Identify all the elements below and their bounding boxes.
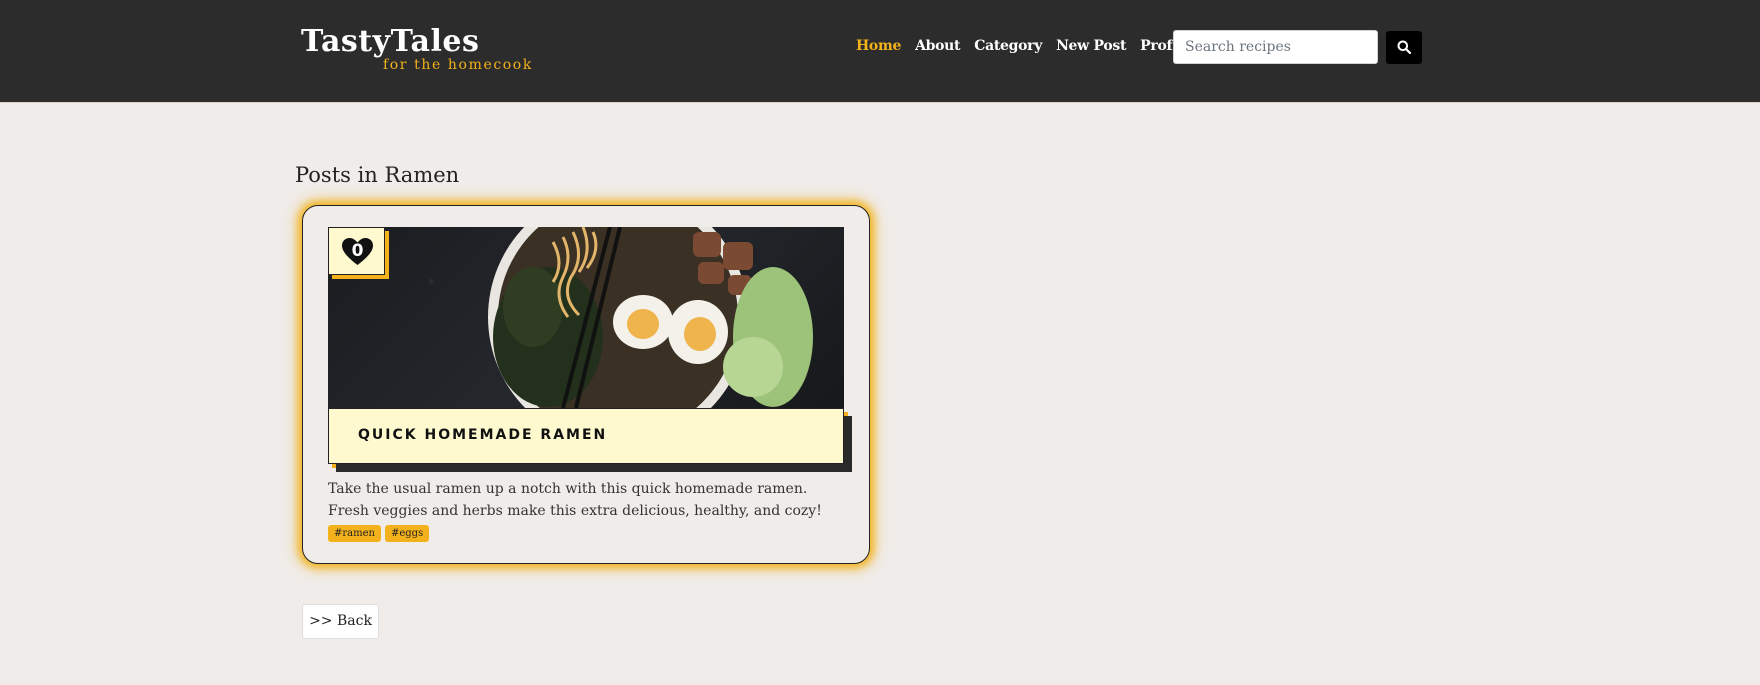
nav-item-category[interactable]: Category: [974, 38, 1042, 54]
nav-item-about[interactable]: About: [915, 38, 960, 54]
like-count: 0: [351, 241, 364, 261]
post-image[interactable]: [328, 227, 844, 408]
post-title-box[interactable]: QUICK HOMEMADE RAMEN: [328, 408, 844, 464]
search-icon: [1397, 40, 1411, 54]
nav-item-home[interactable]: Home: [856, 38, 901, 54]
post-description: Take the usual ramen up a notch with thi…: [328, 481, 822, 519]
brand-logo[interactable]: TastyTales for the homecook: [301, 24, 531, 73]
tag-eggs[interactable]: #eggs: [384, 525, 430, 542]
nav-item-new-post[interactable]: New Post: [1056, 38, 1126, 54]
nav-links: Home About Category New Post Profile: [856, 38, 1215, 54]
brand-title[interactable]: TastyTales: [301, 24, 479, 60]
post-title[interactable]: QUICK HOMEMADE RAMEN: [358, 427, 607, 443]
back-button[interactable]: >> Back: [302, 604, 379, 639]
brand-tagline: for the homecook: [383, 57, 533, 73]
ramen-bowl-illustration: [488, 227, 813, 408]
search-input[interactable]: [1173, 30, 1378, 64]
tag-ramen[interactable]: #ramen: [328, 525, 381, 542]
search-button[interactable]: [1386, 31, 1422, 64]
post-tags: #ramen #eggs: [328, 525, 430, 542]
like-badge[interactable]: 0: [328, 227, 385, 275]
page-title: Posts in Ramen: [295, 163, 460, 187]
navbar: TastyTales for the homecook Home About C…: [0, 0, 1760, 103]
post-card[interactable]: 0 QUICK HOMEMADE RAMEN Take the usual ra…: [302, 205, 870, 564]
